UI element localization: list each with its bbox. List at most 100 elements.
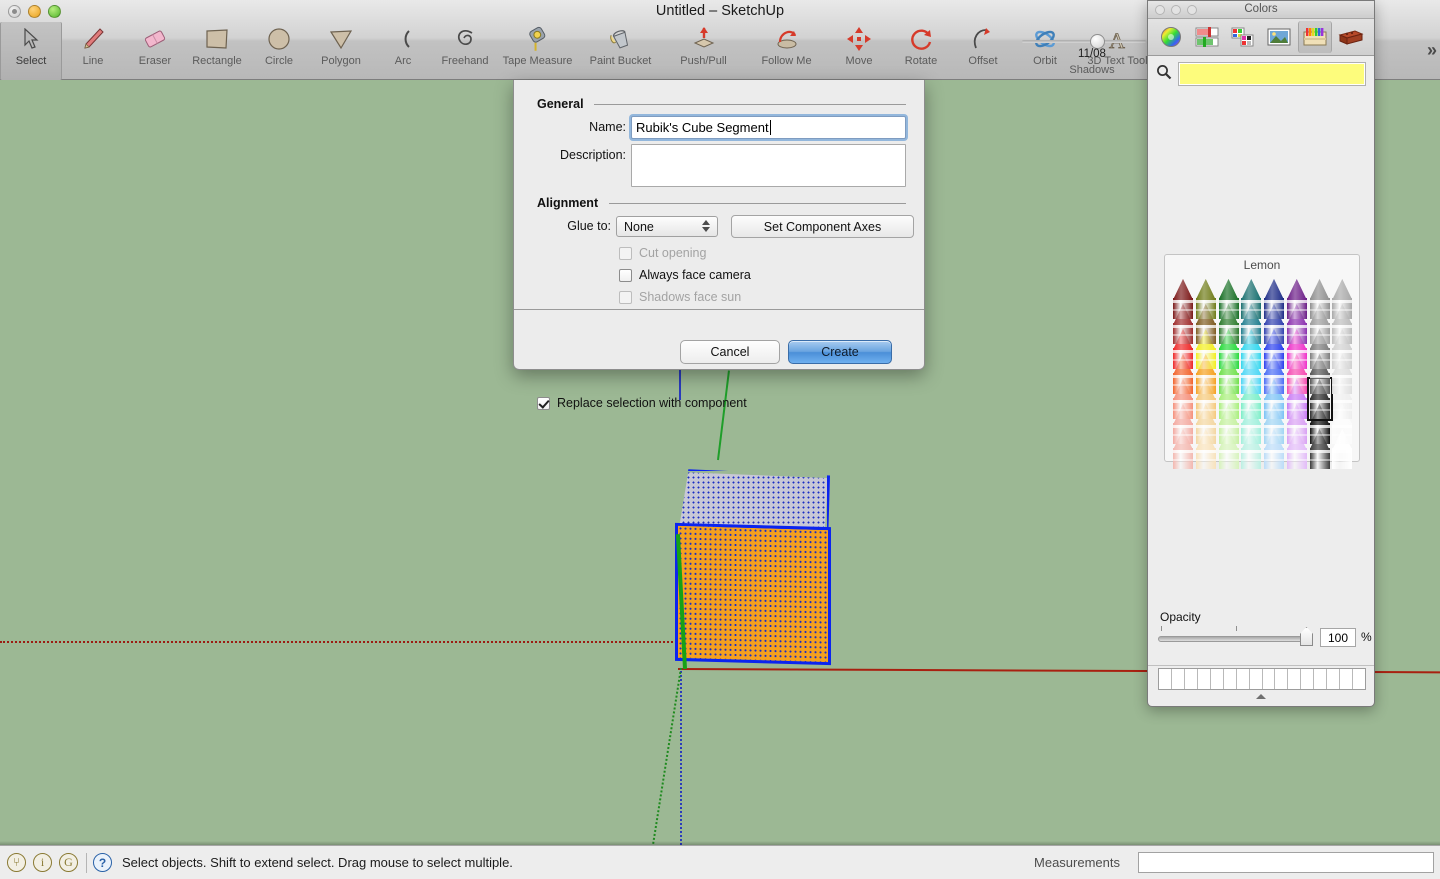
chevron-updown-icon bbox=[702, 220, 710, 232]
description-input[interactable] bbox=[631, 144, 906, 187]
pencil-icon bbox=[80, 24, 106, 54]
color-palettes-icon[interactable] bbox=[1226, 21, 1260, 53]
tool-paint-bucket[interactable]: Paint Bucket bbox=[579, 22, 662, 78]
glue-to-select[interactable]: None bbox=[616, 216, 718, 237]
copyright-icon[interactable]: G bbox=[59, 853, 78, 872]
crayons-icon[interactable] bbox=[1298, 21, 1332, 53]
crayon-swatch[interactable] bbox=[1331, 279, 1354, 319]
crayon-grid[interactable] bbox=[1172, 279, 1354, 457]
crayon-swatch[interactable] bbox=[1218, 279, 1241, 319]
help-icon[interactable]: ? bbox=[93, 853, 112, 872]
crayon-swatch[interactable] bbox=[1309, 279, 1332, 319]
crayon-picker[interactable]: Lemon bbox=[1164, 254, 1360, 462]
opacity-label: Opacity bbox=[1160, 610, 1201, 624]
tool-label: Push/Pull bbox=[680, 55, 726, 67]
cut-opening-checkbox bbox=[619, 247, 632, 260]
tool-circle[interactable]: Circle bbox=[248, 22, 310, 78]
swatch-cell[interactable] bbox=[1275, 669, 1288, 689]
swatch-strip-resize-grip-icon[interactable] bbox=[1256, 694, 1266, 699]
opacity-value-input[interactable]: 100 bbox=[1320, 628, 1356, 647]
description-label: Description: bbox=[514, 148, 626, 162]
swatch-cell[interactable] bbox=[1185, 669, 1198, 689]
swatch-cell[interactable] bbox=[1250, 669, 1263, 689]
shadows-slider-track-secondary[interactable] bbox=[1110, 40, 1146, 43]
materials-brick-icon[interactable] bbox=[1334, 21, 1368, 53]
swatch-cell[interactable] bbox=[1263, 669, 1276, 689]
tool-label: Paint Bucket bbox=[590, 55, 652, 67]
tool-rotate[interactable]: Rotate bbox=[890, 22, 952, 78]
colors-panel-divider bbox=[1148, 665, 1374, 666]
selected-color-swatch[interactable] bbox=[1178, 62, 1366, 86]
crayon-swatch[interactable] bbox=[1195, 279, 1218, 319]
tool-follow-me[interactable]: Follow Me bbox=[745, 22, 828, 78]
swatch-cell[interactable] bbox=[1353, 669, 1365, 689]
tool-move[interactable]: Move bbox=[828, 22, 890, 78]
swatch-cell[interactable] bbox=[1327, 669, 1340, 689]
swatch-cell[interactable] bbox=[1211, 669, 1224, 689]
swatch-cell[interactable] bbox=[1224, 669, 1237, 689]
crayon-swatch[interactable] bbox=[1263, 279, 1286, 319]
glue-to-label: Glue to: bbox=[514, 219, 611, 233]
checkbox-always-face-camera[interactable]: Always face camera bbox=[619, 268, 751, 282]
saved-swatches-strip[interactable] bbox=[1158, 668, 1366, 690]
crayon-swatch[interactable] bbox=[1286, 279, 1309, 319]
name-input[interactable]: Rubik's Cube Segment bbox=[631, 116, 906, 139]
attribution-icon[interactable]: i bbox=[33, 853, 52, 872]
tool-line[interactable]: Line bbox=[62, 22, 124, 78]
tool-rectangle[interactable]: Rectangle bbox=[186, 22, 248, 78]
blue-axis-negative bbox=[680, 668, 682, 845]
eraser-icon bbox=[141, 24, 169, 54]
tool-polygon[interactable]: Polygon bbox=[310, 22, 372, 78]
shadows-face-sun-label: Shadows face sun bbox=[639, 290, 741, 304]
tool-select[interactable]: Select bbox=[0, 22, 62, 80]
replace-selection-row[interactable]: Replace selection with component bbox=[537, 396, 747, 410]
name-label: Name: bbox=[514, 120, 626, 134]
text-caret bbox=[770, 120, 771, 135]
swatch-cell[interactable] bbox=[1340, 669, 1353, 689]
opacity-slider-knob[interactable] bbox=[1300, 627, 1313, 646]
color-sliders-icon[interactable] bbox=[1190, 21, 1224, 53]
swatch-cell[interactable] bbox=[1159, 669, 1172, 689]
measurements-input[interactable] bbox=[1138, 852, 1434, 873]
colors-panel-titlebar[interactable]: Colors bbox=[1148, 1, 1374, 19]
tool-tape-measure[interactable]: Tape Measure bbox=[496, 22, 579, 78]
tool-arc[interactable]: Arc bbox=[372, 22, 434, 78]
tool-freehand[interactable]: Freehand bbox=[434, 22, 496, 78]
image-palettes-icon[interactable] bbox=[1262, 21, 1296, 53]
tool-offset[interactable]: Offset bbox=[952, 22, 1014, 78]
swatch-cell[interactable] bbox=[1314, 669, 1327, 689]
tool-push-pull[interactable]: Push/Pull bbox=[662, 22, 745, 78]
alignment-section-heading: Alignment bbox=[537, 196, 598, 210]
crayon-swatch[interactable] bbox=[1172, 279, 1195, 319]
tool-eraser[interactable]: Eraser bbox=[124, 22, 186, 78]
checkbox-cut-opening: Cut opening bbox=[619, 246, 706, 260]
crayon-swatch[interactable] bbox=[1240, 279, 1263, 319]
replace-selection-checkbox[interactable] bbox=[537, 397, 550, 410]
color-wheel-icon[interactable] bbox=[1154, 21, 1188, 53]
swatch-cell[interactable] bbox=[1198, 669, 1211, 689]
cube-front-face[interactable] bbox=[678, 526, 828, 662]
tool-label: Polygon bbox=[321, 55, 361, 67]
tool-label: Follow Me bbox=[761, 55, 811, 67]
tool-label: Freehand bbox=[441, 55, 488, 67]
cube-top-face[interactable] bbox=[676, 470, 828, 528]
toolbar-overflow-chevron-icon[interactable]: » bbox=[1427, 40, 1434, 61]
rubiks-cube-segment-model[interactable] bbox=[672, 390, 842, 670]
swatch-cell[interactable] bbox=[1237, 669, 1250, 689]
circle-icon bbox=[267, 24, 291, 54]
credits-icon[interactable]: ⑂ bbox=[7, 853, 26, 872]
swatch-cell[interactable] bbox=[1172, 669, 1185, 689]
color-search-row bbox=[1148, 56, 1374, 92]
cancel-button[interactable]: Cancel bbox=[680, 340, 780, 364]
opacity-slider-track[interactable] bbox=[1158, 636, 1305, 642]
set-component-axes-button[interactable]: Set Component Axes bbox=[731, 215, 914, 238]
always-face-camera-checkbox[interactable] bbox=[619, 269, 632, 282]
polygon-icon bbox=[328, 24, 354, 54]
move-icon bbox=[846, 24, 872, 54]
swatch-cell[interactable] bbox=[1301, 669, 1314, 689]
create-button[interactable]: Create bbox=[788, 340, 892, 364]
offset-icon bbox=[970, 24, 996, 54]
follow-me-icon bbox=[773, 24, 801, 54]
shadows-slider-knob[interactable] bbox=[1090, 34, 1105, 49]
swatch-cell[interactable] bbox=[1288, 669, 1301, 689]
